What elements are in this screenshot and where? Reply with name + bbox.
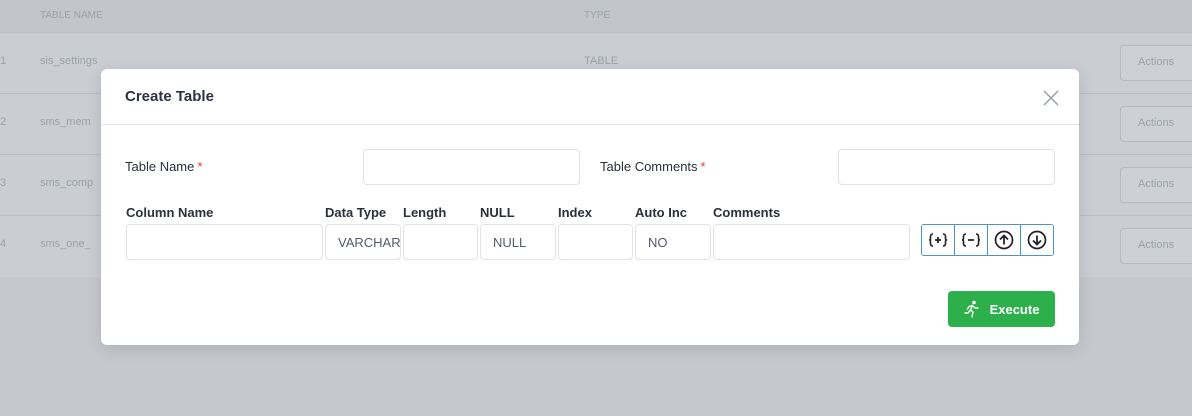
row-table-name: sms_mem <box>40 116 91 128</box>
background-table-header: TABLE NAME TYPE <box>0 0 1192 32</box>
actions-dropdown[interactable]: Actions <box>1120 228 1192 264</box>
header-col-type: TYPE <box>584 10 611 21</box>
column-comments-input[interactable] <box>713 224 910 260</box>
arrow-up-icon <box>994 230 1014 250</box>
running-person-icon <box>963 300 979 318</box>
row-action-buttons <box>921 224 1054 256</box>
header-col-name: TABLE NAME <box>40 10 103 21</box>
actions-dropdown[interactable]: Actions <box>1120 106 1192 142</box>
length-input[interactable] <box>403 224 478 260</box>
add-row-button[interactable] <box>922 225 955 255</box>
auto-inc-header: Auto Inc <box>635 205 687 220</box>
comments-header: Comments <box>713 205 781 220</box>
row-number: 3 <box>0 177 7 189</box>
execute-button[interactable]: Execute <box>948 291 1055 327</box>
index-header: Index <box>558 205 592 220</box>
execute-label: Execute <box>989 301 1040 317</box>
row-number: 2 <box>0 116 7 128</box>
required-mark: * <box>197 159 203 174</box>
remove-row-icon <box>961 233 981 247</box>
move-down-button[interactable] <box>1021 225 1053 255</box>
column-name-header: Column Name <box>126 205 214 220</box>
auto-inc-select[interactable]: NO <box>635 224 711 260</box>
row-table-type: TABLE <box>584 55 619 67</box>
table-comments-input[interactable] <box>838 149 1055 185</box>
close-icon <box>1043 90 1059 106</box>
null-header: NULL <box>480 205 515 220</box>
actions-dropdown[interactable]: Actions <box>1120 167 1192 203</box>
index-select[interactable] <box>558 224 633 260</box>
table-comments-label: Table Comments * <box>600 159 706 174</box>
column-name-input[interactable] <box>126 224 323 260</box>
row-table-name: sms_comp <box>40 177 94 189</box>
row-table-name: sis_settings <box>40 55 98 67</box>
row-number: 1 <box>0 55 7 67</box>
modal-header: Create Table <box>101 69 1079 125</box>
remove-row-button[interactable] <box>955 225 988 255</box>
arrow-down-icon <box>1027 230 1047 250</box>
create-table-modal: Create Table Table Name * Table Comments *… <box>101 69 1079 345</box>
actions-dropdown[interactable]: Actions <box>1120 45 1192 81</box>
table-name-label: Table Name * <box>125 159 203 174</box>
row-table-name: sms_one_ <box>40 238 91 250</box>
close-button[interactable] <box>1039 86 1063 110</box>
modal-title: Create Table <box>125 88 214 105</box>
add-row-icon <box>928 233 948 247</box>
length-header: Length <box>403 205 447 220</box>
move-up-button[interactable] <box>988 225 1021 255</box>
data-type-select[interactable]: VARCHAR <box>325 224 401 260</box>
data-type-header: Data Type <box>325 205 387 220</box>
table-name-input[interactable] <box>363 149 580 185</box>
required-mark: * <box>700 159 706 174</box>
null-select[interactable]: NULL <box>480 224 556 260</box>
row-number: 4 <box>0 238 7 250</box>
